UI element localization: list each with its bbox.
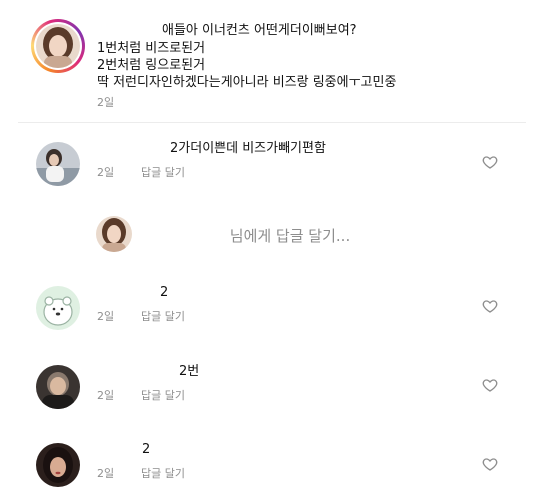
comment-timestamp: 2일 (97, 389, 115, 402)
comment-text: 2 (160, 285, 169, 300)
commenter-avatar[interactable] (36, 365, 80, 409)
post-timestamp: 2일 (97, 96, 115, 109)
author-avatar[interactable] (36, 24, 80, 68)
reply-button[interactable]: 답글 달기 (141, 164, 185, 180)
current-user-avatar (96, 216, 132, 252)
reply-input[interactable] (140, 223, 440, 249)
comment-text: 2가더이쁜데 비즈가빼기편함 (170, 141, 326, 156)
post-caption-line-1: 애들아 이너컨츠 어떤게더이뻐보여? (162, 23, 357, 38)
post-caption-line-4: 딱 저런디자인하겠다는게아니라 비즈랑 링중에ㅜ고민중 (97, 75, 397, 90)
reply-button[interactable]: 답글 달기 (141, 308, 185, 324)
commenter-avatar[interactable] (36, 286, 80, 330)
post-caption-line-2: 1번처럼 비즈로된거 (97, 41, 206, 56)
heart-icon[interactable] (482, 154, 498, 170)
comment-timestamp: 2일 (97, 166, 115, 179)
reply-button[interactable]: 답글 달기 (141, 465, 185, 481)
heart-icon[interactable] (482, 298, 498, 314)
heart-icon[interactable] (482, 377, 498, 393)
heart-icon[interactable] (482, 456, 498, 472)
comment-text: 2번 (179, 364, 200, 379)
comment-timestamp: 2일 (97, 467, 115, 480)
reply-button[interactable]: 답글 달기 (141, 387, 185, 403)
commenter-avatar[interactable] (36, 142, 80, 186)
comment-text: 2 (142, 442, 151, 457)
commenter-avatar[interactable] (36, 443, 80, 487)
post-caption-line-3: 2번처럼 링으로된거 (97, 58, 206, 73)
comment-timestamp: 2일 (97, 310, 115, 323)
divider (18, 122, 526, 123)
author-story-ring[interactable] (31, 19, 85, 73)
